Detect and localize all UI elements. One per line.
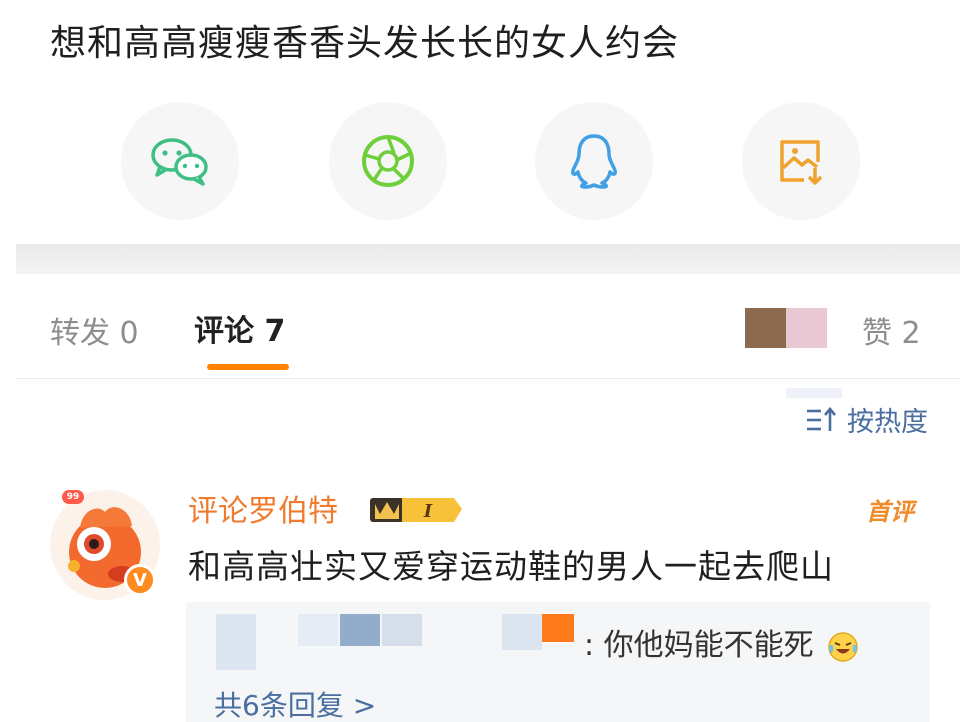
share-moments-button[interactable]: [329, 102, 447, 220]
share-qq-button[interactable]: [535, 102, 653, 220]
blurred-area: [502, 614, 542, 650]
crown-badge-icon: I: [370, 498, 462, 522]
section-divider: [16, 244, 960, 274]
reply-text-content: : 你他妈能不能死: [584, 628, 814, 663]
sort-label: 按热度: [847, 407, 928, 438]
laughing-crying-emoji-icon: [828, 631, 858, 662]
tab-bar: 转发 0 评论 7 赞 2: [0, 300, 960, 380]
reply-preview[interactable]: : 你他妈能不能死 共6条回复 >: [186, 602, 930, 722]
tab-like[interactable]: 赞 2: [862, 308, 921, 352]
sort-icon: [807, 406, 836, 431]
share-save-image-button[interactable]: [742, 102, 860, 220]
blurred-area: [786, 388, 842, 398]
blurred-area: [340, 614, 380, 646]
blurred-area: [298, 614, 338, 646]
blurred-area: [382, 614, 422, 646]
sort-button[interactable]: 按热度: [805, 400, 928, 439]
moments-aperture-icon: [362, 135, 414, 187]
tabs-border: [16, 378, 960, 379]
tab-active-indicator: [207, 364, 289, 370]
tab-repost[interactable]: 转发 0: [50, 308, 139, 352]
like-avatars[interactable]: [745, 308, 827, 348]
post-text: 想和高高瘦瘦香香头发长长的女人约会: [50, 23, 680, 64]
blurred-area: [542, 614, 574, 642]
first-comment-tag: 首评: [866, 498, 914, 526]
blurred-area: [216, 614, 256, 670]
verified-badge-icon: V: [124, 564, 156, 596]
share-row: [0, 102, 960, 220]
avatar-level-badge: 99: [62, 490, 84, 504]
comment-username[interactable]: 评论罗伯特: [188, 486, 338, 530]
view-replies-link[interactable]: 共6条回复 >: [214, 684, 376, 722]
reply-text: : 你他妈能不能死: [584, 620, 859, 664]
liker-avatar: [745, 308, 786, 348]
tab-comment[interactable]: 评论 7: [194, 306, 285, 350]
comment-item: 99 V 评论罗伯特 I 首评 和高高壮实又爱穿运动鞋的男人一起去爬山 : 你他…: [0, 480, 960, 722]
wechat-icon: [151, 138, 208, 186]
share-wechat-button[interactable]: [121, 102, 239, 220]
comment-text: 和高高壮实又爱穿运动鞋的男人一起去爬山: [188, 547, 834, 586]
liker-avatar: [786, 308, 827, 348]
save-image-icon: [780, 140, 823, 185]
level-badge-text: I: [423, 501, 433, 522]
qq-penguin-icon: [571, 134, 617, 189]
